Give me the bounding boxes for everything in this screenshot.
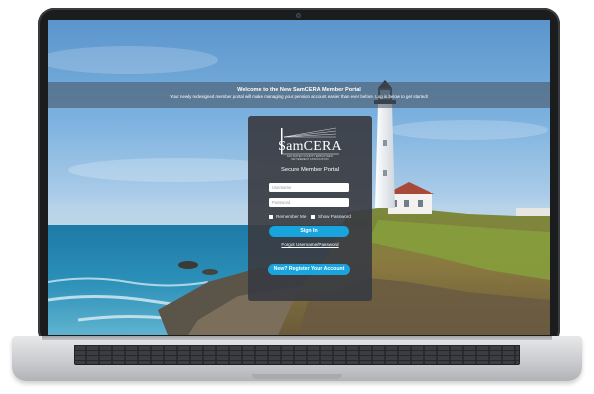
logo-wordmark: SamCERA: [278, 139, 342, 154]
register-account-button[interactable]: New? Register Your Account: [268, 264, 350, 275]
remember-me-checkbox[interactable]: [269, 214, 273, 219]
banner-title: Welcome to the New SamCERA Member Portal: [237, 87, 361, 93]
login-card: SamCERA SAN MATEO COUNTY EMPLOYEES' RETI…: [248, 116, 372, 301]
show-password-checkbox[interactable]: [311, 214, 315, 219]
sign-in-button[interactable]: Sign In: [269, 226, 349, 237]
password-input[interactable]: [269, 198, 349, 207]
hinge: [42, 336, 552, 340]
show-password-label: Show Password: [318, 214, 351, 219]
lid-notch: [252, 374, 342, 379]
laptop-base: [12, 336, 582, 381]
keyboard: [74, 345, 520, 365]
login-options: Remember Me Show Password: [269, 214, 353, 220]
samcera-logo: SamCERA SAN MATEO COUNTY EMPLOYEES' RETI…: [278, 126, 342, 161]
welcome-banner: Welcome to the New SamCERA Member Portal…: [48, 82, 550, 108]
banner-subtitle: Your newly redesigned member portal will…: [169, 94, 429, 99]
remember-me-label: Remember Me: [276, 214, 307, 219]
screen: Welcome to the New SamCERA Member Portal…: [48, 20, 550, 335]
forgot-credentials-link[interactable]: Forgot Username/Password: [248, 242, 372, 247]
remember-me-option[interactable]: Remember Me: [269, 214, 306, 219]
webcam-icon: [296, 13, 301, 18]
logo-tagline: SAN MATEO COUNTY EMPLOYEES' RETIREMENT A…: [286, 155, 334, 161]
portal-title: Secure Member Portal: [281, 167, 339, 173]
username-input[interactable]: [269, 183, 349, 192]
show-password-option[interactable]: Show Password: [311, 214, 351, 219]
